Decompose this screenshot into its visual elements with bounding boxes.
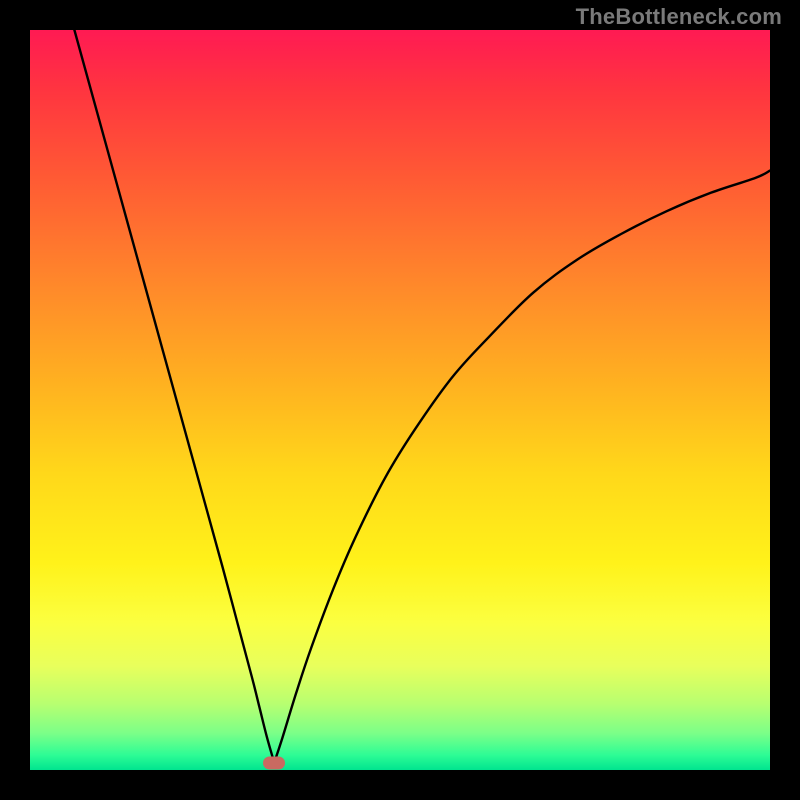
curve-right (274, 171, 770, 763)
chart-frame: TheBottleneck.com (0, 0, 800, 800)
bottleneck-marker (263, 756, 285, 769)
curve-left (74, 30, 274, 763)
curve-svg (30, 30, 770, 770)
plot-area (30, 30, 770, 770)
watermark-text: TheBottleneck.com (576, 4, 782, 30)
